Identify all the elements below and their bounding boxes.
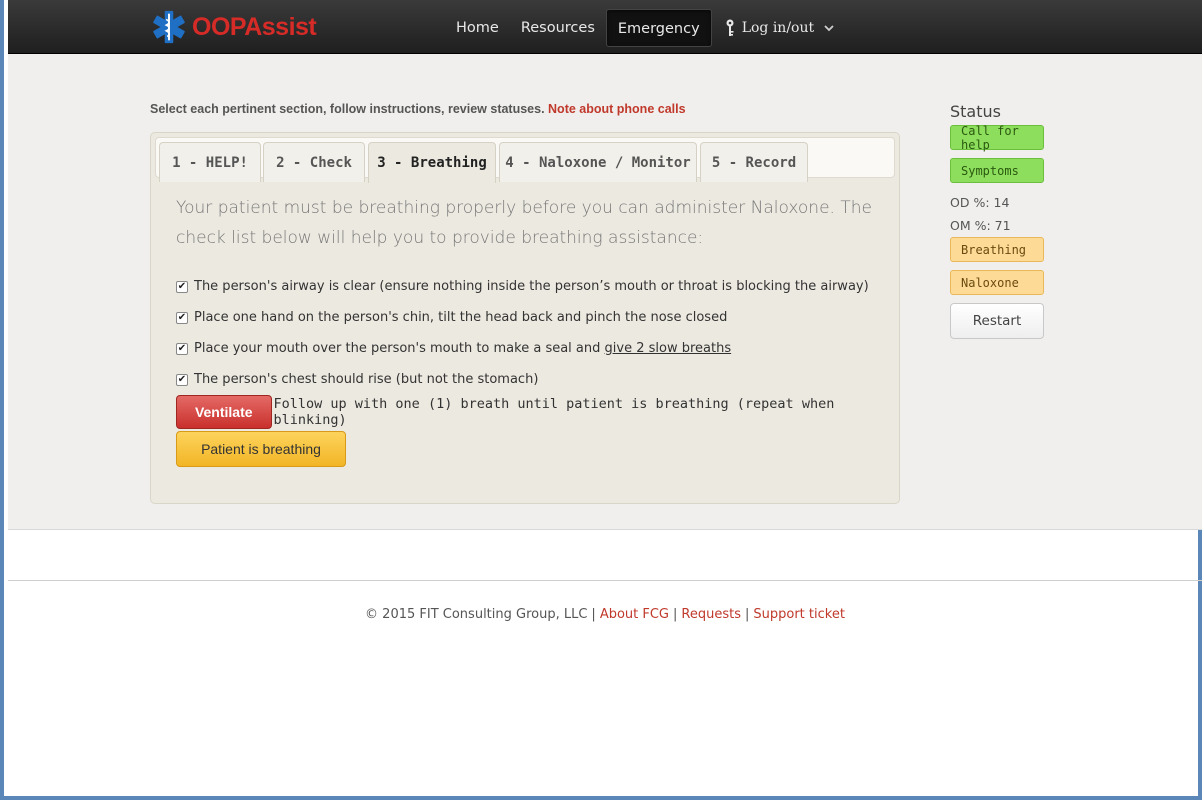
status-badge-naloxone: Naloxone xyxy=(950,270,1044,295)
phone-calls-note-link[interactable]: Note about phone calls xyxy=(548,102,686,116)
status-title: Status xyxy=(950,102,1001,121)
footer: © 2015 FIT Consulting Group, LLC | About F… xyxy=(8,607,1202,622)
breathing-intro: Your patient must be breathing properly … xyxy=(176,198,872,248)
slow-breaths-link[interactable]: give 2 slow breaths xyxy=(605,341,732,356)
footer-divider xyxy=(8,580,1202,581)
status-badge-call-for-help: Call for help xyxy=(950,124,1044,152)
login-label: Log in/out xyxy=(741,20,815,36)
instructions: Select each pertinent section, follow in… xyxy=(150,102,686,116)
copyright: © 2015 FIT Consulting Group, LLC xyxy=(365,607,588,622)
checklist-item-label: The person's airway is clear (ensure not… xyxy=(194,279,869,294)
key-icon xyxy=(726,19,734,36)
about-link[interactable]: About FCG xyxy=(600,607,669,622)
status-badge-symptoms: Symptoms xyxy=(950,158,1044,183)
tab-bar: 1 - HELP! 2 - Check 3 - Breathing 4 - Na… xyxy=(155,137,895,183)
status-sidebar: Status Call for help Symptoms OD %: 14 O… xyxy=(950,102,1046,339)
tab-naloxone-monitor[interactable]: 4 - Naloxone / Monitor xyxy=(499,142,697,182)
tab-help[interactable]: 1 - HELP! xyxy=(159,142,261,182)
main-area: Select each pertinent section, follow in… xyxy=(8,54,1202,530)
checkbox-airway[interactable]: ✔ xyxy=(176,280,188,293)
top-navbar: OOPAssist Home Resources Emergency Log i… xyxy=(8,0,1202,54)
od-percent: OD %: 14 xyxy=(950,195,1010,210)
checklist-item-label: The person's chest should rise (but not … xyxy=(194,372,539,387)
checklist-item: ✔ Place one hand on the person's chin, t… xyxy=(176,302,886,333)
checklist-item: ✔ The person's airway is clear (ensure n… xyxy=(176,271,886,302)
brand-name: OOPAssist xyxy=(192,12,317,41)
requests-link[interactable]: Requests xyxy=(681,607,741,622)
checklist-item-label: Place one hand on the person's chin, til… xyxy=(194,310,728,325)
instructions-text: Select each pertinent section, follow in… xyxy=(150,102,549,116)
checklist-item: ✔ Place your mouth over the person's mou… xyxy=(176,333,886,364)
checklist-item: ✔ The person's chest should rise (but no… xyxy=(176,364,886,395)
support-ticket-link[interactable]: Support ticket xyxy=(753,607,845,622)
chevron-down-icon xyxy=(824,25,834,32)
nav-emergency[interactable]: Emergency xyxy=(605,9,712,47)
checklist-item-label: Place your mouth over the person's mouth… xyxy=(194,341,605,356)
ventilate-button[interactable]: Ventilate xyxy=(176,395,272,429)
breathing-checklist: ✔ The person's airway is clear (ensure n… xyxy=(176,271,886,395)
nav-home[interactable]: Home xyxy=(445,9,510,47)
brand[interactable]: OOPAssist xyxy=(150,8,317,46)
breathing-panel: 1 - HELP! 2 - Check 3 - Breathing 4 - Na… xyxy=(150,132,900,504)
nav-resources[interactable]: Resources xyxy=(510,9,606,47)
tab-breathing[interactable]: 3 - Breathing xyxy=(368,142,496,183)
tab-record[interactable]: 5 - Record xyxy=(700,142,808,182)
checkbox-seal-mouth[interactable]: ✔ xyxy=(176,342,188,355)
star-of-life-icon xyxy=(153,10,185,44)
ventilate-row: Ventilate Follow up with one (1) breath … xyxy=(176,395,899,429)
browser-frame: OOPAssist Home Resources Emergency Log i… xyxy=(0,0,1202,800)
login-dropdown[interactable]: Log in/out xyxy=(724,19,834,37)
ventilate-instruction: Follow up with one (1) breath until pati… xyxy=(273,396,835,428)
main-nav: Home Resources Emergency Log in/out xyxy=(445,9,834,47)
patient-breathing-button[interactable]: Patient is breathing xyxy=(176,431,346,467)
checkbox-tilt-head[interactable]: ✔ xyxy=(176,311,188,324)
separator: | xyxy=(673,607,678,622)
separator: | xyxy=(591,607,596,622)
tab-check[interactable]: 2 - Check xyxy=(263,142,365,182)
checkbox-chest-rise[interactable]: ✔ xyxy=(176,373,188,386)
restart-button[interactable]: Restart xyxy=(950,303,1044,339)
status-badge-breathing: Breathing xyxy=(950,237,1044,262)
om-percent: OM %: 71 xyxy=(950,218,1011,233)
separator: | xyxy=(745,607,750,622)
